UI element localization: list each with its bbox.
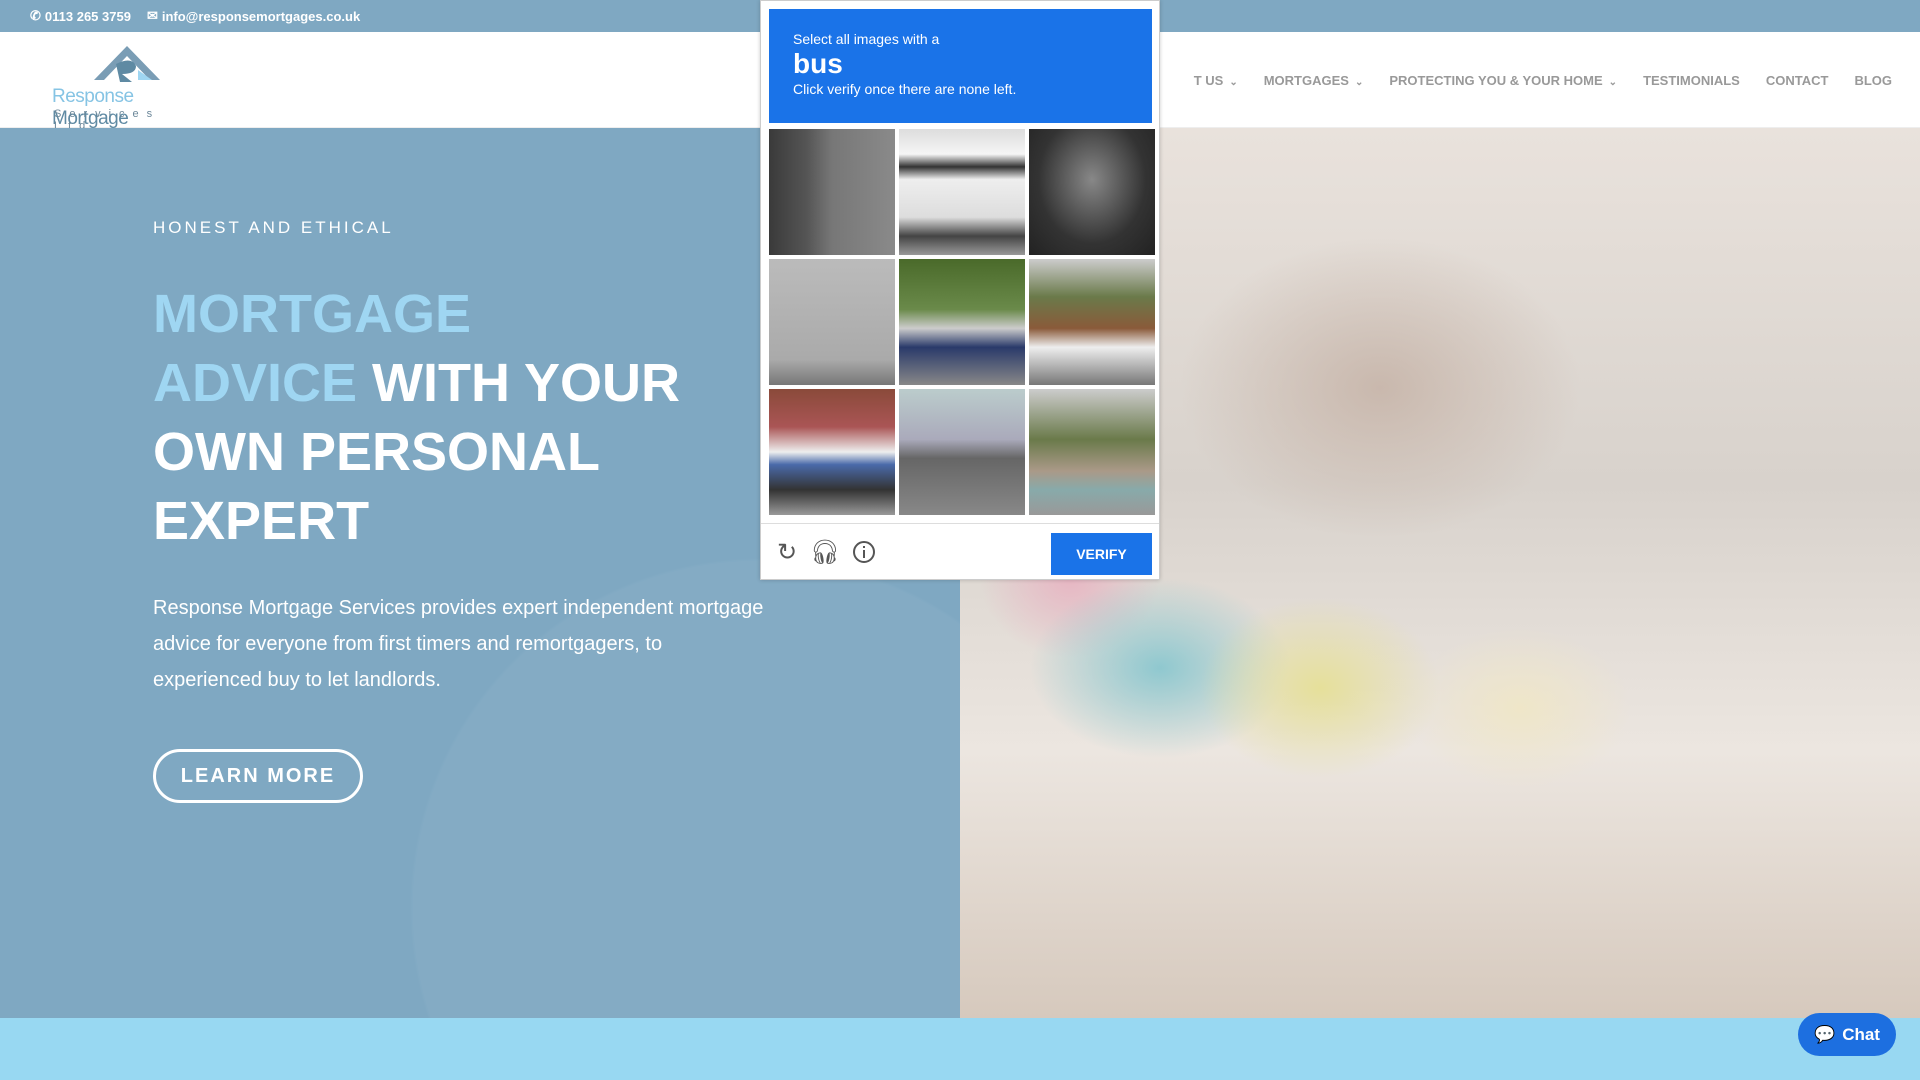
- chat-bubble-icon: 💬: [1814, 1024, 1836, 1044]
- nav-item-about[interactable]: T US ⌄: [1194, 73, 1238, 88]
- captcha-target: bus: [793, 48, 843, 79]
- phone-icon: ✆: [30, 8, 41, 23]
- chevron-down-icon: ⌄: [1608, 76, 1618, 88]
- captcha-tile[interactable]: [899, 389, 1025, 515]
- reload-icon[interactable]: ↻: [773, 538, 801, 566]
- mail-icon: ✉: [146, 8, 158, 23]
- captcha-tile[interactable]: [899, 129, 1025, 255]
- captcha-tile[interactable]: [769, 389, 895, 515]
- info-icon[interactable]: [850, 538, 878, 566]
- captcha-tile[interactable]: [899, 259, 1025, 385]
- email-link[interactable]: ✉ info@responsemortgages.co.uk: [147, 8, 360, 24]
- chevron-down-icon: ⌄: [1354, 76, 1364, 88]
- hero-eyebrow: HONEST AND ETHICAL: [153, 218, 394, 237]
- hero-headline: MORTGAGE ADVICE WITH YOUR OWN PERSONAL EXPE…: [153, 284, 681, 551]
- nav-item-blog[interactable]: Blog: [1854, 73, 1892, 88]
- captcha-header: Select all images with a bus Click verif…: [769, 9, 1152, 123]
- captcha-tile[interactable]: [769, 129, 895, 255]
- nav-item-testimonials[interactable]: Testimonials: [1643, 73, 1740, 88]
- captcha-tile[interactable]: [1029, 129, 1155, 255]
- verify-button[interactable]: VERIFY: [1051, 533, 1152, 575]
- captcha-challenge: Select all images with a bus Click verif…: [760, 0, 1160, 580]
- main-nav: T US ⌄ Mortgages ⌄ Protecting You & Your H…: [1194, 32, 1892, 128]
- logo-roof-icon: [94, 46, 160, 82]
- captcha-grid: [769, 129, 1155, 515]
- chat-button[interactable]: 💬 Chat: [1798, 1013, 1896, 1056]
- headphones-icon[interactable]: 🎧︎: [810, 538, 840, 566]
- learn-more-button[interactable]: LEARN MORE: [153, 749, 363, 803]
- captcha-tile[interactable]: [769, 259, 895, 385]
- nav-item-contact[interactable]: Contact: [1766, 73, 1829, 88]
- logo[interactable]: Response Mortgage Services Ltd: [52, 42, 202, 132]
- captcha-footer: ↻ 🎧︎ VERIFY: [761, 523, 1159, 580]
- logo-word-1: Response: [52, 86, 134, 107]
- nav-item-protecting[interactable]: Protecting You & Your Home ⌄: [1389, 73, 1617, 88]
- captcha-tile[interactable]: [1029, 259, 1155, 385]
- chevron-down-icon: ⌄: [1229, 76, 1238, 88]
- bottom-band: [0, 1018, 1920, 1080]
- hero-paragraph: Response Mortgage Services provides expe…: [153, 597, 764, 691]
- nav-item-mortgages[interactable]: Mortgages ⌄: [1264, 73, 1364, 88]
- phone-link[interactable]: ✆ 0113 265 3759: [30, 8, 131, 24]
- captcha-tile[interactable]: [1029, 389, 1155, 515]
